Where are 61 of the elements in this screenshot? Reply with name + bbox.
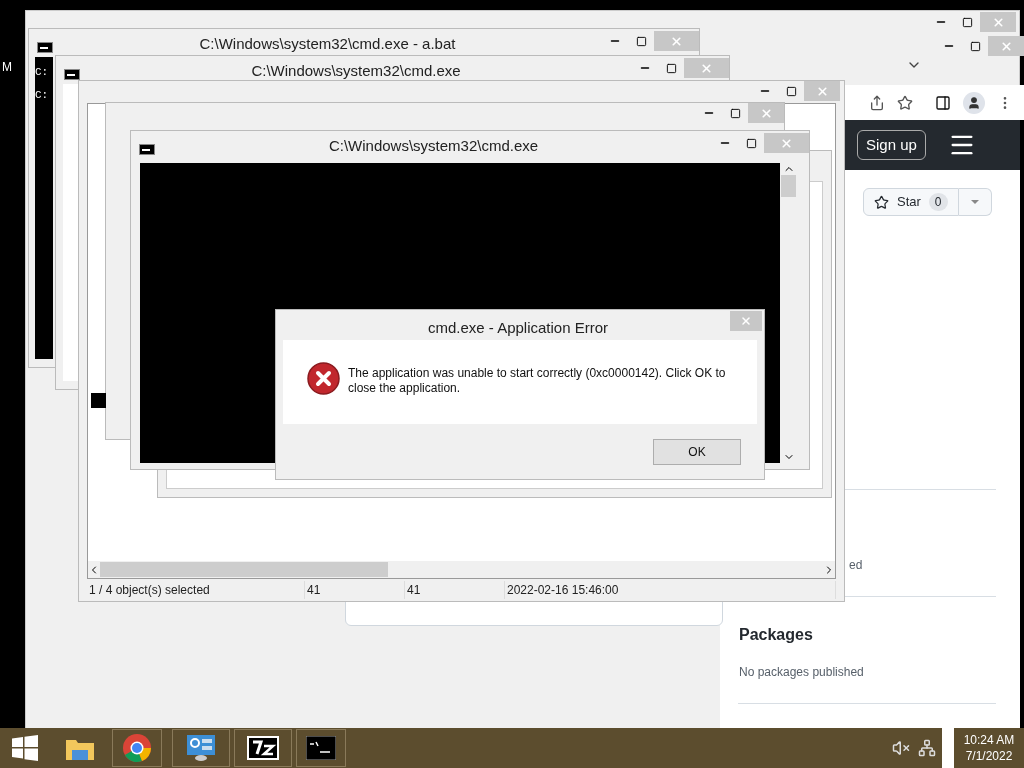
ok-button[interactable]: OK bbox=[653, 438, 741, 465]
window-title: C:\Windows\system32\cmd.exe bbox=[328, 136, 539, 156]
maximize-icon bbox=[665, 62, 677, 74]
star-button[interactable]: Star 0 bbox=[863, 188, 959, 216]
horizontal-scrollbar[interactable] bbox=[88, 561, 835, 578]
section-heading: Packages bbox=[739, 625, 813, 645]
console-icon bbox=[37, 42, 53, 53]
bookmark-star-icon[interactable] bbox=[897, 94, 913, 111]
error-icon bbox=[307, 362, 340, 395]
taskbar-button[interactable] bbox=[172, 729, 230, 767]
scrollbar-thumb[interactable] bbox=[781, 175, 796, 197]
windows-logo-icon[interactable] bbox=[12, 735, 38, 761]
console-line: C: bbox=[35, 67, 50, 78]
caret-icon bbox=[970, 200, 979, 204]
close-icon bbox=[700, 61, 713, 75]
partial-text: ed bbox=[849, 557, 863, 574]
maximize-icon bbox=[785, 85, 797, 97]
close-icon bbox=[999, 39, 1013, 53]
status-text: 41 bbox=[305, 581, 405, 599]
maximize-icon bbox=[729, 107, 741, 119]
star-dropdown-button[interactable] bbox=[958, 188, 992, 216]
archive-app-icon bbox=[247, 736, 279, 760]
maximize-icon bbox=[745, 137, 757, 149]
network-icon[interactable] bbox=[918, 739, 936, 757]
empty-note: No packages published bbox=[739, 664, 864, 681]
browser-icon bbox=[122, 733, 152, 763]
console-line: C: bbox=[35, 90, 50, 101]
sign-up-button[interactable]: Sign up bbox=[857, 130, 926, 160]
maximize-icon bbox=[969, 40, 981, 52]
share-icon[interactable] bbox=[869, 94, 885, 111]
console-icon bbox=[64, 69, 80, 80]
console-icon bbox=[139, 144, 155, 155]
star-count: 0 bbox=[928, 193, 948, 211]
window-title: C:\Windows\system32\cmd.exe bbox=[251, 61, 461, 81]
window-title: C:\Windows\system32\cmd.exe - a.bat bbox=[199, 34, 456, 54]
close-icon bbox=[759, 106, 773, 120]
status-text: 1 / 4 object(s) selected bbox=[87, 581, 305, 599]
control-panel-icon bbox=[186, 733, 216, 763]
console-corner bbox=[91, 393, 106, 408]
maximize-icon bbox=[635, 35, 647, 47]
error-message: The application was unable to start correctly (0xc0000142). Click OK to close the application. bbox=[348, 366, 727, 396]
status-text: 2022-02-16 15:46:00 bbox=[505, 581, 836, 599]
edge-text: M bbox=[2, 59, 12, 76]
maximize-icon bbox=[961, 16, 973, 28]
close-icon bbox=[670, 34, 683, 48]
clock-date[interactable]: 7/1/2022 bbox=[965, 748, 1013, 764]
profile-avatar-icon[interactable] bbox=[963, 91, 985, 114]
status-text: 41 bbox=[405, 581, 505, 599]
close-icon bbox=[780, 136, 793, 150]
dialog-title: cmd.exe - Application Error bbox=[427, 318, 609, 338]
scrollbar-thumb[interactable] bbox=[100, 562, 388, 577]
close-icon bbox=[815, 84, 829, 98]
clock-time[interactable]: 10:24 AM bbox=[963, 732, 1015, 748]
taskbar-button[interactable] bbox=[112, 729, 162, 767]
muted-speaker-icon[interactable] bbox=[892, 739, 910, 757]
taskbar-button[interactable] bbox=[234, 729, 292, 767]
star-icon bbox=[874, 194, 889, 210]
close-icon bbox=[740, 315, 752, 327]
close-icon bbox=[991, 15, 1005, 29]
console-icon bbox=[306, 736, 336, 760]
side-panel-icon[interactable] bbox=[935, 94, 951, 111]
